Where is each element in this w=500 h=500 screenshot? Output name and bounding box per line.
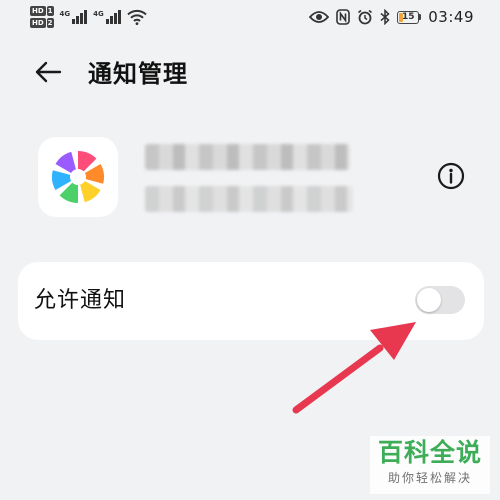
sim1-hd-label: HD: [30, 6, 46, 16]
back-button[interactable]: [28, 58, 68, 90]
page-title: 通知管理: [88, 60, 188, 88]
status-bar-right: 15 03:49: [309, 6, 474, 28]
sim1-indicator: HD 1: [30, 6, 54, 16]
sim-indicators: HD 1 HD 2: [30, 6, 54, 28]
signal-strength-icon: 4G: [60, 10, 88, 24]
sim2-hd-label: HD: [30, 18, 46, 28]
title-bar: 通知管理: [0, 50, 500, 98]
status-bar: HD 1 HD 2 4G 4G 15 03:49: [0, 0, 500, 34]
network-type-2-label: 4G: [93, 10, 104, 18]
status-bar-left: HD 1 HD 2 4G 4G: [30, 5, 147, 29]
app-name-redacted: [145, 144, 350, 170]
app-subtitle-redacted: [145, 186, 353, 212]
toggle-knob: [417, 288, 441, 312]
alarm-icon: [357, 9, 373, 25]
nfc-icon: [336, 9, 351, 25]
battery-level: 15: [402, 12, 415, 22]
watermark: 百科全说 助你轻松解决: [370, 436, 490, 494]
sim2-number: 2: [46, 18, 54, 28]
signal-strength-2-icon: 4G: [93, 10, 121, 24]
allow-notifications-row: 允许通知: [18, 262, 484, 340]
status-time: 03:49: [428, 8, 474, 26]
wifi-icon: [127, 9, 147, 25]
watermark-sub: 助你轻松解决: [387, 471, 472, 485]
allow-notifications-label: 允许通知: [34, 288, 127, 313]
watermark-main: 百科全说: [377, 438, 482, 467]
allow-notifications-toggle[interactable]: [415, 286, 465, 314]
back-arrow-icon: [34, 61, 62, 87]
pinwheel-app-icon: [52, 150, 104, 204]
info-icon: [437, 162, 465, 194]
app-icon: [38, 137, 118, 217]
eye-icon: [309, 10, 330, 24]
sim1-number: 1: [46, 6, 54, 16]
sim2-indicator: HD 2: [30, 18, 54, 28]
battery-icon: 15: [397, 10, 422, 24]
network-type-label: 4G: [59, 10, 71, 18]
app-info-button[interactable]: [435, 162, 467, 194]
bluetooth-icon: [380, 9, 390, 25]
